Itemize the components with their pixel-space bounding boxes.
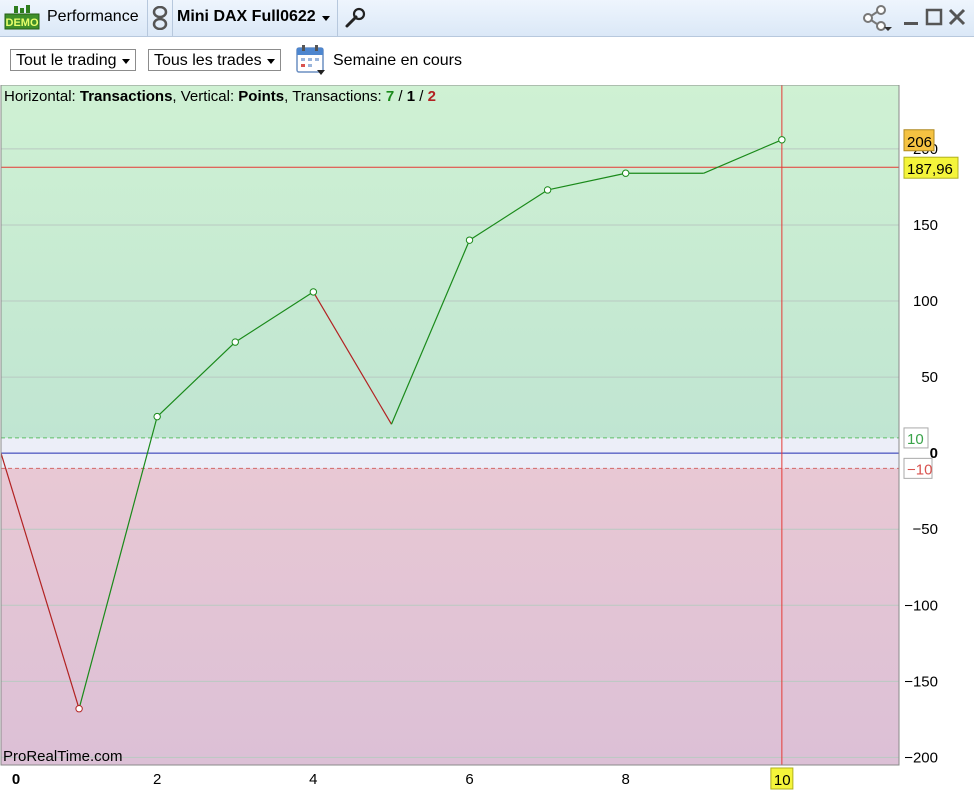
watermark: ProRealTime.com <box>3 748 122 765</box>
title-separator <box>172 0 173 36</box>
chevron-down-icon <box>121 59 130 64</box>
window-title: Performance <box>47 8 139 25</box>
calendar-icon[interactable] <box>296 45 328 77</box>
lower-threshold-badge-text: −10 <box>907 461 932 478</box>
cursor-y-badge: 187,96 <box>903 156 959 179</box>
x-tick-label: 6 <box>465 771 473 788</box>
data-point[interactable] <box>153 412 161 421</box>
share-icon[interactable] <box>862 5 896 33</box>
y-tick-label: −50 <box>913 521 938 538</box>
y-tick-label: −150 <box>904 673 938 690</box>
lower-threshold-badge: −10 <box>903 457 933 479</box>
data-point[interactable] <box>75 705 83 713</box>
x-axis: 0 2 4 6 8 <box>12 771 630 788</box>
header-horizontal-value: Transactions <box>80 88 173 105</box>
y-tick-label: 100 <box>913 293 938 310</box>
cursor-x-badge-text: 10 <box>774 772 791 789</box>
chevron-down-icon <box>266 59 275 64</box>
header-prefix-transactions: , Transactions: <box>284 88 386 105</box>
demo-badge-icon: DEMO <box>4 5 40 30</box>
title-separator <box>337 0 338 36</box>
data-point[interactable] <box>309 288 318 296</box>
y-tick-label: 50 <box>921 369 938 386</box>
data-point[interactable] <box>231 338 239 346</box>
x-tick-label: 2 <box>153 771 161 788</box>
data-point[interactable] <box>778 136 786 144</box>
trades-dropdown-label: Tous les trades <box>154 52 262 69</box>
header-vertical-value: Points <box>238 88 284 105</box>
close-icon[interactable] <box>948 8 966 26</box>
performance-chart: −200−150−100−50050100150200 02468 10−102… <box>0 85 959 790</box>
link-icon[interactable] <box>151 6 169 30</box>
wrench-icon[interactable] <box>344 7 366 29</box>
y-tick-label: 150 <box>913 217 938 234</box>
header-prefix-horizontal: Horizontal: <box>4 88 80 105</box>
header-separator: / <box>415 88 428 105</box>
minimize-icon[interactable] <box>902 9 920 27</box>
count-losing: 2 <box>428 88 436 105</box>
cursor-y-badge-text: 187,96 <box>907 161 953 178</box>
negative-zone <box>1 468 899 765</box>
count-neutral: 1 <box>407 88 415 105</box>
y-tick-label: −200 <box>904 749 938 766</box>
title-bar: DEMO Performance Mini DAX Full0622 <box>0 0 974 37</box>
data-point[interactable] <box>621 169 630 177</box>
positive-zone <box>1 85 899 438</box>
last-value-badge-text: 206 <box>907 134 932 151</box>
count-winning: 7 <box>386 88 394 105</box>
maximize-icon[interactable] <box>925 8 943 26</box>
demo-badge-text: DEMO <box>6 17 39 29</box>
data-point[interactable] <box>543 186 552 194</box>
scope-dropdown[interactable]: Tout le trading <box>10 49 136 71</box>
upper-threshold-badge: 10 <box>903 427 929 449</box>
instrument-selector[interactable]: Mini DAX Full0622 <box>177 8 316 26</box>
data-point[interactable] <box>465 236 474 244</box>
title-separator <box>147 0 148 36</box>
chevron-down-icon[interactable] <box>321 15 331 23</box>
chart-header: Horizontal: Transactions, Vertical: Poin… <box>4 88 436 105</box>
header-prefix-vertical: , Vertical: <box>172 88 238 105</box>
y-axis: −200−150−100−50050100150200 <box>904 141 938 767</box>
x-tick-label: 8 <box>622 771 630 788</box>
trades-dropdown[interactable]: Tous les trades <box>148 49 281 71</box>
scope-dropdown-label: Tout le trading <box>16 52 117 69</box>
header-separator: / <box>394 88 407 105</box>
y-tick-label: −100 <box>904 597 938 614</box>
x-tick-label: 4 <box>309 771 317 788</box>
last-value-badge: 206 <box>903 129 935 152</box>
x-tick-label: 0 <box>12 771 20 788</box>
period-label[interactable]: Semaine en cours <box>333 52 462 70</box>
cursor-x-badge: 10 <box>770 767 794 790</box>
upper-threshold-badge-text: 10 <box>907 431 924 448</box>
toolbar: Tout le trading Tous les trades Semaine … <box>0 37 974 85</box>
